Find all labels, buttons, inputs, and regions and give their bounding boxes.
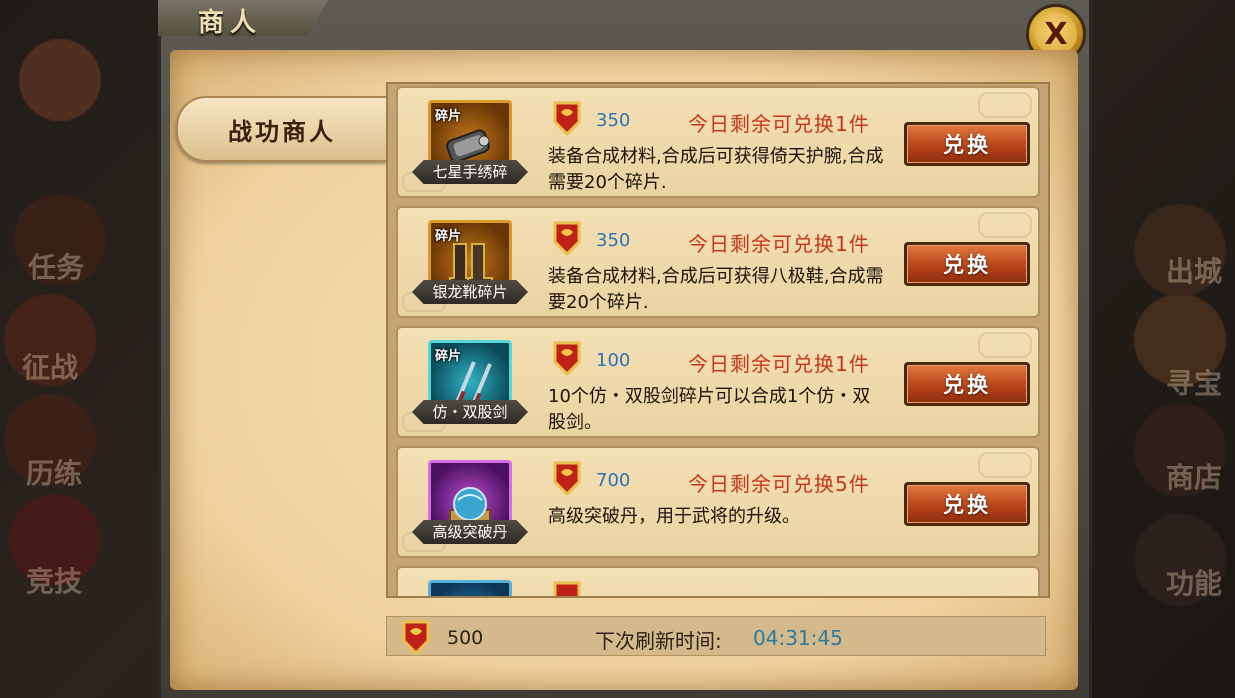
close-icon: X xyxy=(1035,13,1077,55)
item-icon[interactable] xyxy=(428,580,512,596)
decor xyxy=(978,452,1032,478)
list-item: 碎片 仿・双股剑 100 今日剩余可兑换1件 10个仿・双股剑碎片可以合成1个仿… xyxy=(396,326,1040,438)
daily-limit: 今日剩余可兑换5件 xyxy=(688,472,870,496)
daily-limit: 今日剩余可兑换1件 xyxy=(688,232,870,256)
bg-functions-label[interactable]: 功能 xyxy=(1166,562,1222,602)
list-item: 碎片 七星手绣碎 350 今日剩余可兑换1件 装备合成材料,合成后可获得倚天护腕… xyxy=(396,86,1040,198)
item-name: 高级突破丹 xyxy=(412,520,528,544)
list-item xyxy=(396,566,1040,596)
fragment-tag: 碎片 xyxy=(435,349,462,364)
item-cost: 100 xyxy=(596,350,631,371)
exchange-button[interactable]: 兑换 xyxy=(904,122,1030,166)
item-cost: 350 xyxy=(596,230,631,251)
item-name: 银龙靴碎片 xyxy=(412,280,528,304)
owned-merit-amount: 500 xyxy=(447,627,484,649)
item-description: 高级突破丹，用于武将的升级。 xyxy=(548,506,800,527)
item-list[interactable]: 碎片 七星手绣碎 350 今日剩余可兑换1件 装备合成材料,合成后可获得倚天护腕… xyxy=(386,82,1050,598)
exchange-button[interactable]: 兑换 xyxy=(904,482,1030,526)
bg-arena-label[interactable]: 竞技 xyxy=(26,560,82,600)
item-cost: 700 xyxy=(596,470,631,491)
bg-task-label[interactable]: 任务 xyxy=(28,246,84,286)
item-name: 仿・双股剑 xyxy=(412,400,528,424)
refresh-countdown: 04:31:45 xyxy=(753,626,843,650)
list-item: 高级突破丹 700 今日剩余可兑换5件 高级突破丹，用于武将的升级。 兑换 xyxy=(396,446,1040,558)
merit-badge-icon xyxy=(553,341,581,376)
window-title: 商人 xyxy=(198,8,263,38)
merit-badge-icon xyxy=(553,101,581,136)
merit-badge-icon xyxy=(553,221,581,256)
bg-exit-city-label[interactable]: 出城 xyxy=(1166,250,1222,290)
daily-limit: 今日剩余可兑换1件 xyxy=(688,112,870,136)
item-description: 装备合成材料,合成后可获得倚天护腕,合成需要20个碎片. xyxy=(548,146,884,193)
tab-merit-merchant[interactable]: 战功商人 xyxy=(176,96,386,162)
decor xyxy=(978,212,1032,238)
merchant-footer: 500 下次刷新时间: 04:31:45 xyxy=(386,616,1046,656)
fragment-tag: 碎片 xyxy=(435,229,462,244)
bg-treasure-label[interactable]: 寻宝 xyxy=(1166,362,1222,402)
item-description: 装备合成材料,合成后可获得八极鞋,合成需要20个碎片. xyxy=(548,266,884,313)
item-cost: 350 xyxy=(596,110,631,131)
exchange-button[interactable]: 兑换 xyxy=(904,362,1030,406)
bg-battle-label[interactable]: 征战 xyxy=(22,346,78,386)
merit-badge-icon xyxy=(402,620,430,655)
refresh-label: 下次刷新时间: xyxy=(595,629,722,653)
bg-training-label[interactable]: 历练 xyxy=(26,452,82,492)
decor xyxy=(978,92,1032,118)
merit-badge-icon xyxy=(553,581,581,596)
bg-shop-label[interactable]: 商店 xyxy=(1166,456,1222,496)
decor xyxy=(978,332,1032,358)
fragment-tag: 碎片 xyxy=(435,109,462,124)
item-description: 10个仿・双股剑碎片可以合成1个仿・双股剑。 xyxy=(548,386,871,433)
item-name: 七星手绣碎 xyxy=(412,160,528,184)
merit-badge-icon xyxy=(553,461,581,496)
daily-limit: 今日剩余可兑换1件 xyxy=(688,352,870,376)
exchange-button[interactable]: 兑换 xyxy=(904,242,1030,286)
list-item: 碎片 银龙靴碎片 350 今日剩余可兑换1件 装备合成材料,合成后可获得八极鞋,… xyxy=(396,206,1040,318)
tab-merit-merchant-label: 战功商人 xyxy=(228,116,336,146)
